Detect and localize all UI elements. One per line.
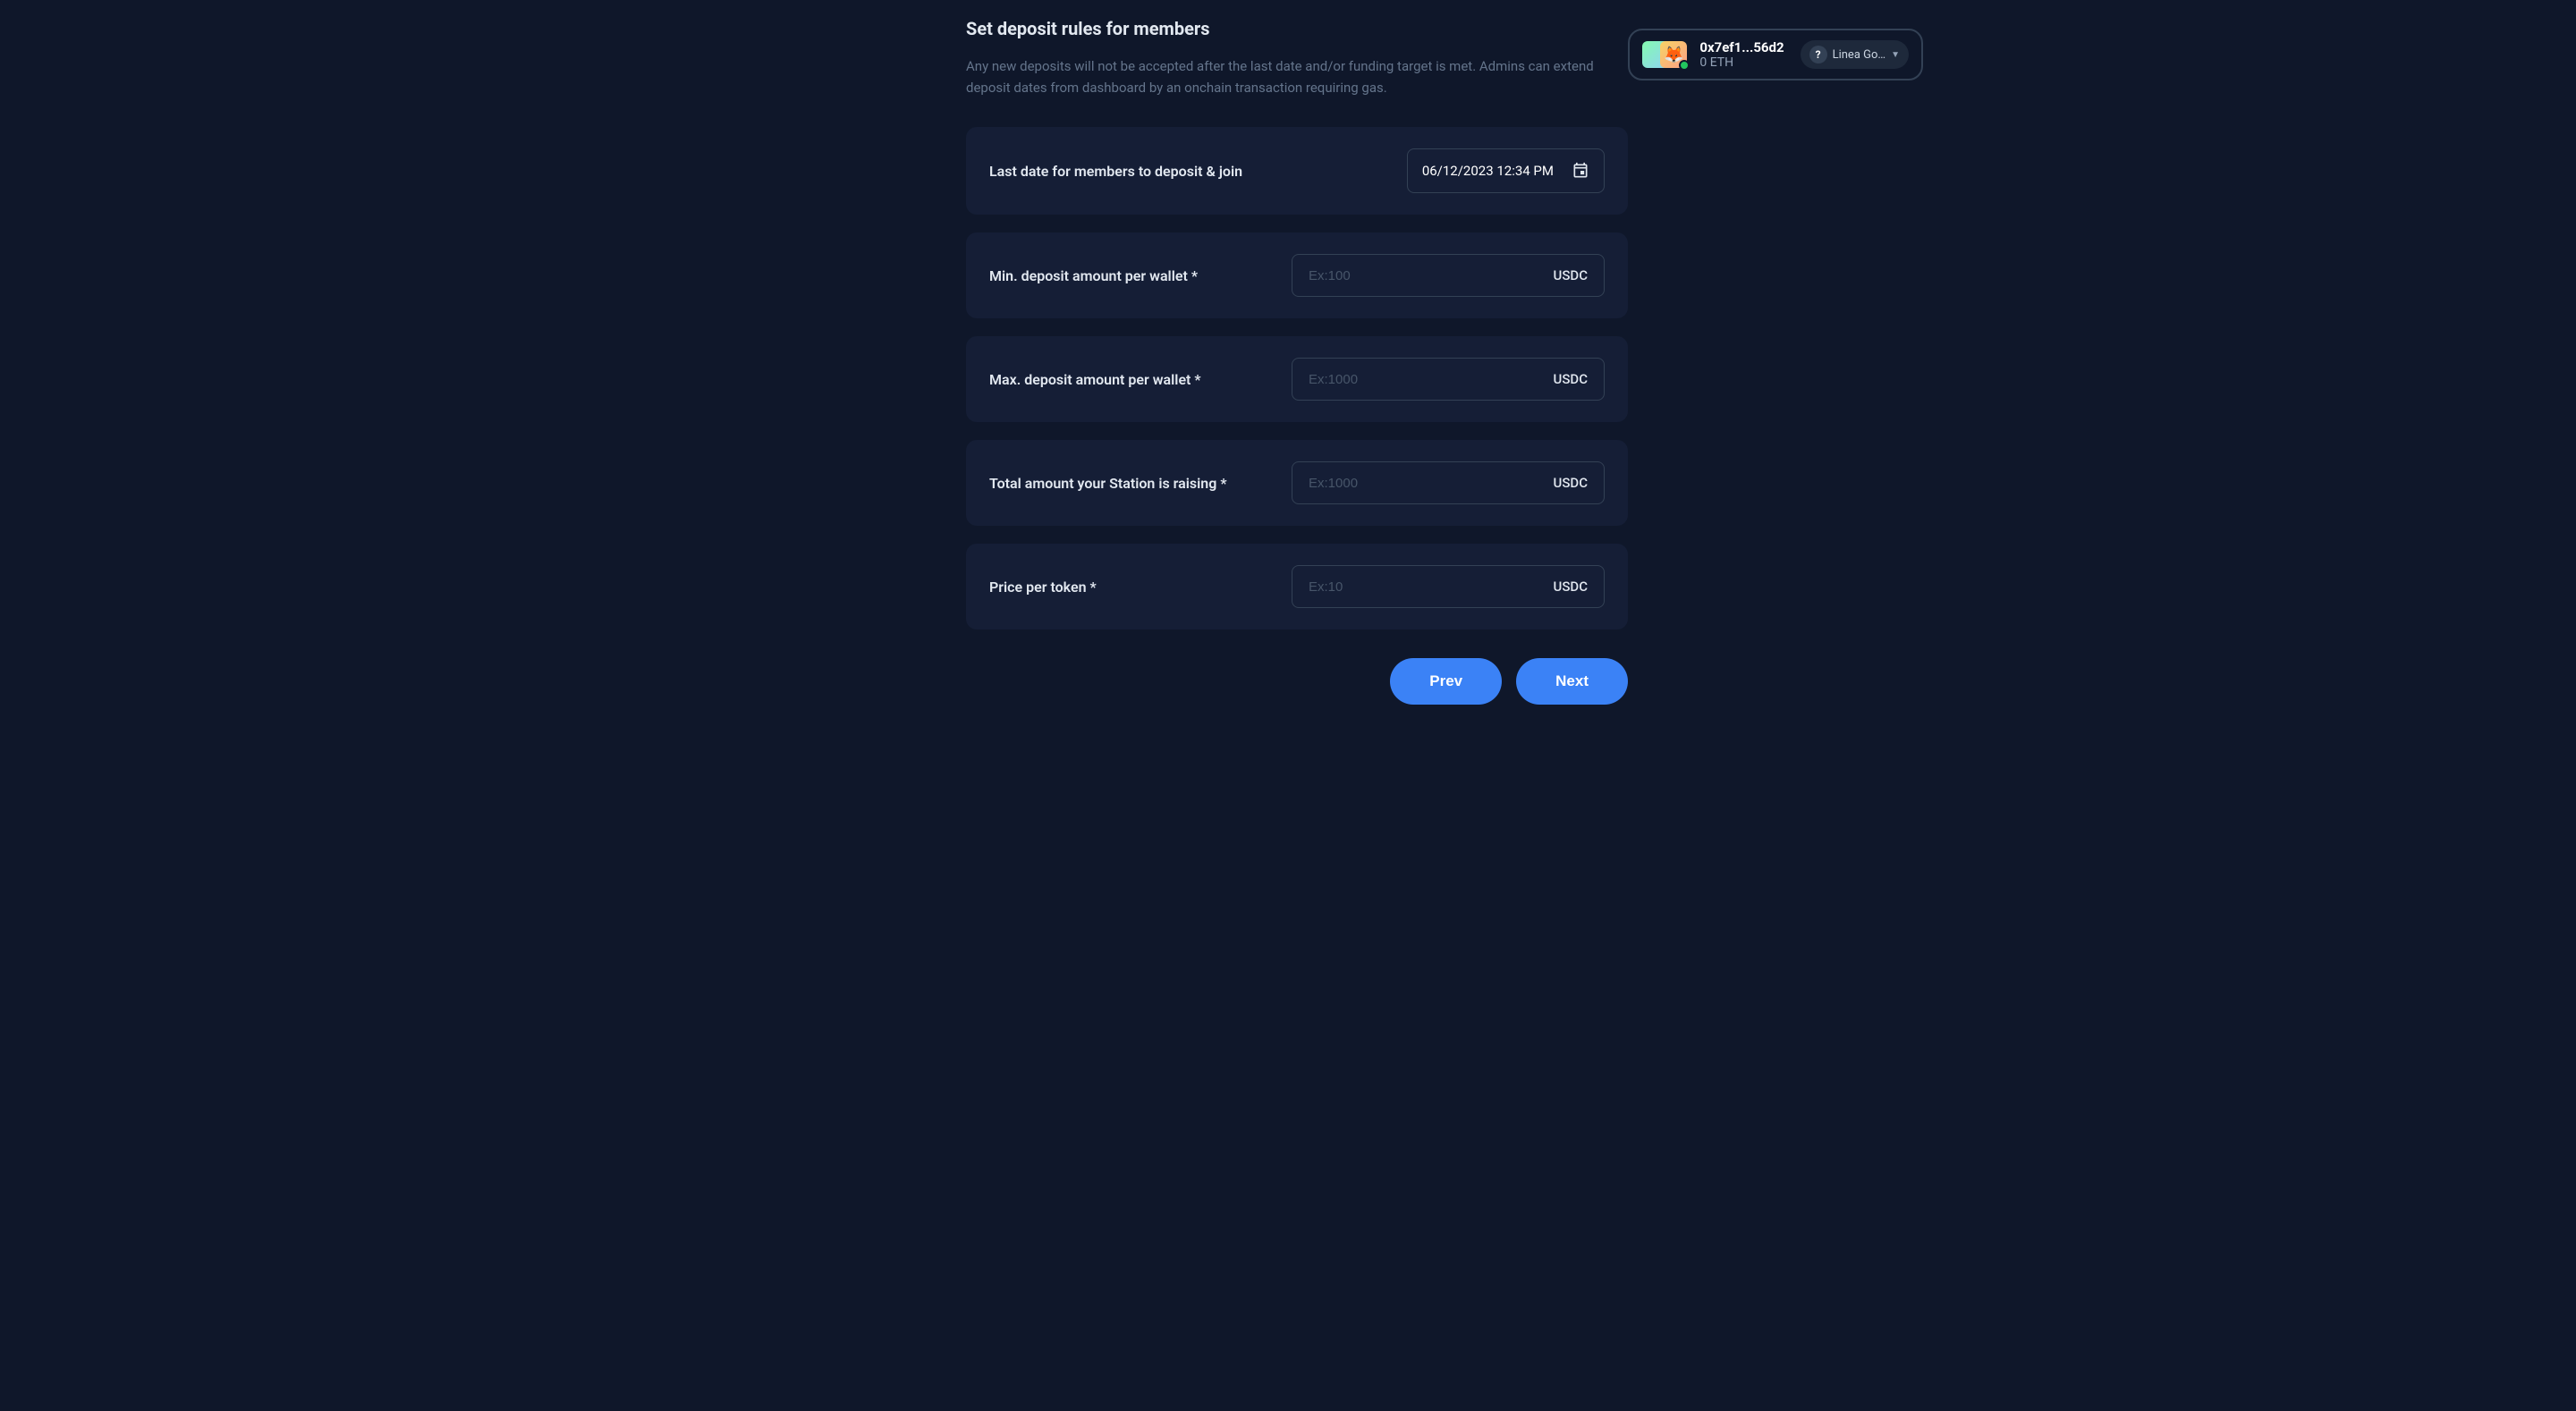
wallet-address: 0x7ef1...56d2 xyxy=(1699,39,1784,55)
total-amount-currency: USDC xyxy=(1554,475,1588,491)
chevron-down-icon: ▼ xyxy=(1891,50,1900,60)
min-deposit-input[interactable] xyxy=(1309,268,1554,283)
network-selector[interactable]: ? Linea Go… ▼ xyxy=(1801,40,1909,69)
max-deposit-input-wrapper: USDC xyxy=(1292,358,1605,401)
total-amount-input-wrapper: USDC xyxy=(1292,461,1605,504)
max-deposit-label: Max. deposit amount per wallet * xyxy=(989,371,1201,388)
min-deposit-label: Min. deposit amount per wallet * xyxy=(989,267,1198,284)
wallet-widget[interactable]: 🦊 0x7ef1...56d2 0 ETH ? Linea Go… ▼ xyxy=(1628,29,1923,80)
question-icon: ? xyxy=(1809,46,1827,63)
status-connected-icon xyxy=(1679,60,1690,71)
price-per-token-card: Price per token * USDC xyxy=(966,544,1628,629)
calendar-icon xyxy=(1572,162,1589,180)
network-name: Linea Go… xyxy=(1833,48,1886,62)
last-date-card: Last date for members to deposit & join … xyxy=(966,127,1628,215)
price-per-token-label: Price per token * xyxy=(989,579,1097,596)
form-content: Set deposit rules for members Any new de… xyxy=(966,18,1628,705)
avatar-fox-icon: 🦊 xyxy=(1660,41,1687,68)
min-deposit-input-wrapper: USDC xyxy=(1292,254,1605,297)
next-button[interactable]: Next xyxy=(1516,658,1628,705)
price-per-token-currency: USDC xyxy=(1554,579,1588,595)
max-deposit-card: Max. deposit amount per wallet * USDC xyxy=(966,336,1628,422)
total-amount-input[interactable] xyxy=(1309,476,1554,491)
prev-button[interactable]: Prev xyxy=(1390,658,1502,705)
price-per-token-input[interactable] xyxy=(1309,579,1554,595)
wallet-info: 0x7ef1...56d2 0 ETH xyxy=(1699,39,1784,70)
last-date-label: Last date for members to deposit & join xyxy=(989,163,1242,180)
min-deposit-card: Min. deposit amount per wallet * USDC xyxy=(966,232,1628,318)
max-deposit-currency: USDC xyxy=(1554,371,1588,387)
total-amount-label: Total amount your Station is raising * xyxy=(989,475,1227,492)
wallet-balance: 0 ETH xyxy=(1699,55,1784,70)
price-per-token-input-wrapper: USDC xyxy=(1292,565,1605,608)
page-description: Any new deposits will not be accepted af… xyxy=(966,55,1628,98)
wallet-avatars: 🦊 xyxy=(1642,41,1687,68)
date-value: 06/12/2023 12:34 PM xyxy=(1422,163,1554,179)
date-input[interactable]: 06/12/2023 12:34 PM xyxy=(1407,148,1605,193)
total-amount-card: Total amount your Station is raising * U… xyxy=(966,440,1628,526)
page-title: Set deposit rules for members xyxy=(966,18,1628,39)
min-deposit-currency: USDC xyxy=(1554,267,1588,283)
max-deposit-input[interactable] xyxy=(1309,372,1554,387)
button-row: Prev Next xyxy=(966,658,1628,705)
